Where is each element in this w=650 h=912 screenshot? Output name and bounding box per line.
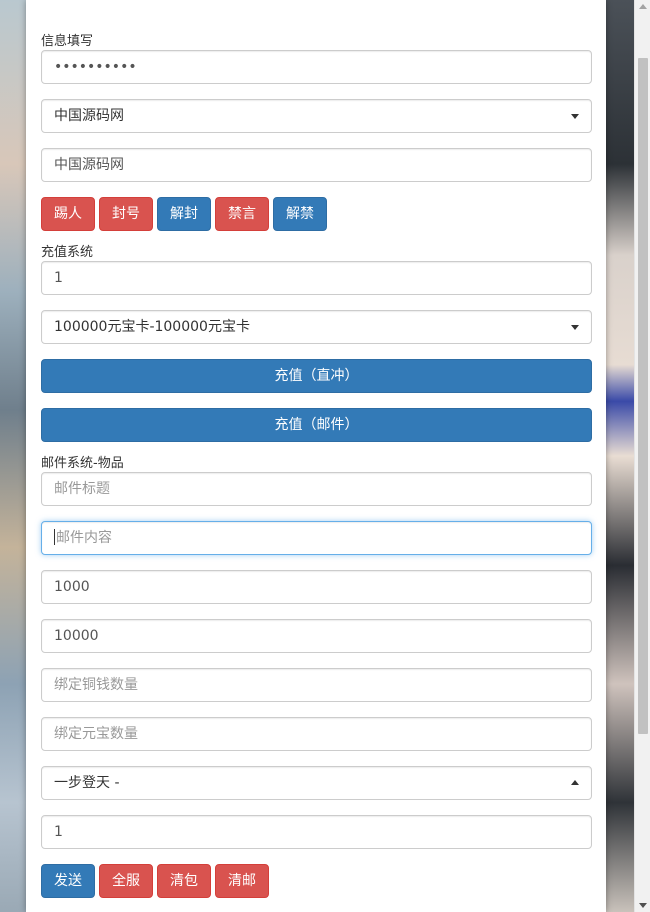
vertical-scrollbar[interactable] xyxy=(634,0,650,912)
mail-title-input[interactable]: 邮件标题 xyxy=(41,472,592,506)
all-server-button[interactable]: 全服 xyxy=(99,864,153,898)
mail-field-3-input[interactable]: 1000 xyxy=(41,570,592,604)
role-name-input[interactable]: 中国源码网 xyxy=(41,148,592,182)
info-section-label: 信息填写 xyxy=(41,34,94,49)
clear-mail-button[interactable]: 清邮 xyxy=(215,864,269,898)
mail-field-4-input[interactable]: 10000 xyxy=(41,619,592,653)
chevron-down-icon xyxy=(571,114,579,119)
send-button[interactable]: 发送 xyxy=(41,864,95,898)
unmute-button[interactable]: 解禁 xyxy=(273,197,327,231)
mail-content-input[interactable]: 邮件内容 xyxy=(41,521,592,555)
password-field[interactable]: •••••••••• xyxy=(41,50,592,84)
scroll-thumb[interactable] xyxy=(638,58,648,734)
bound-copper-input[interactable]: 绑定铜钱数量 xyxy=(41,668,592,702)
unban-button[interactable]: 解封 xyxy=(157,197,211,231)
recharge-item-select-value: 100000元宝卡-100000元宝卡 xyxy=(54,319,250,335)
server-select-value: 中国源码网 xyxy=(54,108,124,124)
background-art-left xyxy=(0,0,26,912)
server-select[interactable]: 中国源码网 xyxy=(41,99,592,133)
mail-quantity-input[interactable]: 1 xyxy=(41,815,592,849)
kick-button[interactable]: 踢人 xyxy=(41,197,95,231)
clear-bag-button[interactable]: 清包 xyxy=(157,864,211,898)
background-art-right xyxy=(606,0,636,912)
recharge-mail-button[interactable]: 充值（邮件） xyxy=(41,408,592,442)
chevron-up-icon xyxy=(571,780,579,785)
scroll-down-arrow-icon[interactable] xyxy=(639,903,647,908)
recharge-section-label: 充值系统 xyxy=(41,245,94,260)
ban-button[interactable]: 封号 xyxy=(99,197,153,231)
recharge-amount-input[interactable]: 1 xyxy=(41,261,592,295)
mail-content-placeholder: 邮件内容 xyxy=(56,530,112,546)
mute-button[interactable]: 禁言 xyxy=(215,197,269,231)
bound-yuanbao-input[interactable]: 绑定元宝数量 xyxy=(41,717,592,751)
mail-item-select-value: 一步登天 - xyxy=(54,775,120,791)
scroll-up-arrow-icon[interactable] xyxy=(639,4,647,9)
mail-section-label: 邮件系统-物品 xyxy=(41,456,124,471)
recharge-direct-button[interactable]: 充值（直冲） xyxy=(41,359,592,393)
admin-panel: 信息填写 •••••••••• 中国源码网 中国源码网 踢人 封号 解封 禁言 … xyxy=(26,0,606,912)
text-caret xyxy=(54,529,55,545)
chevron-down-icon xyxy=(571,325,579,330)
recharge-item-select[interactable]: 100000元宝卡-100000元宝卡 xyxy=(41,310,592,344)
mail-item-select[interactable]: 一步登天 - xyxy=(41,766,592,800)
